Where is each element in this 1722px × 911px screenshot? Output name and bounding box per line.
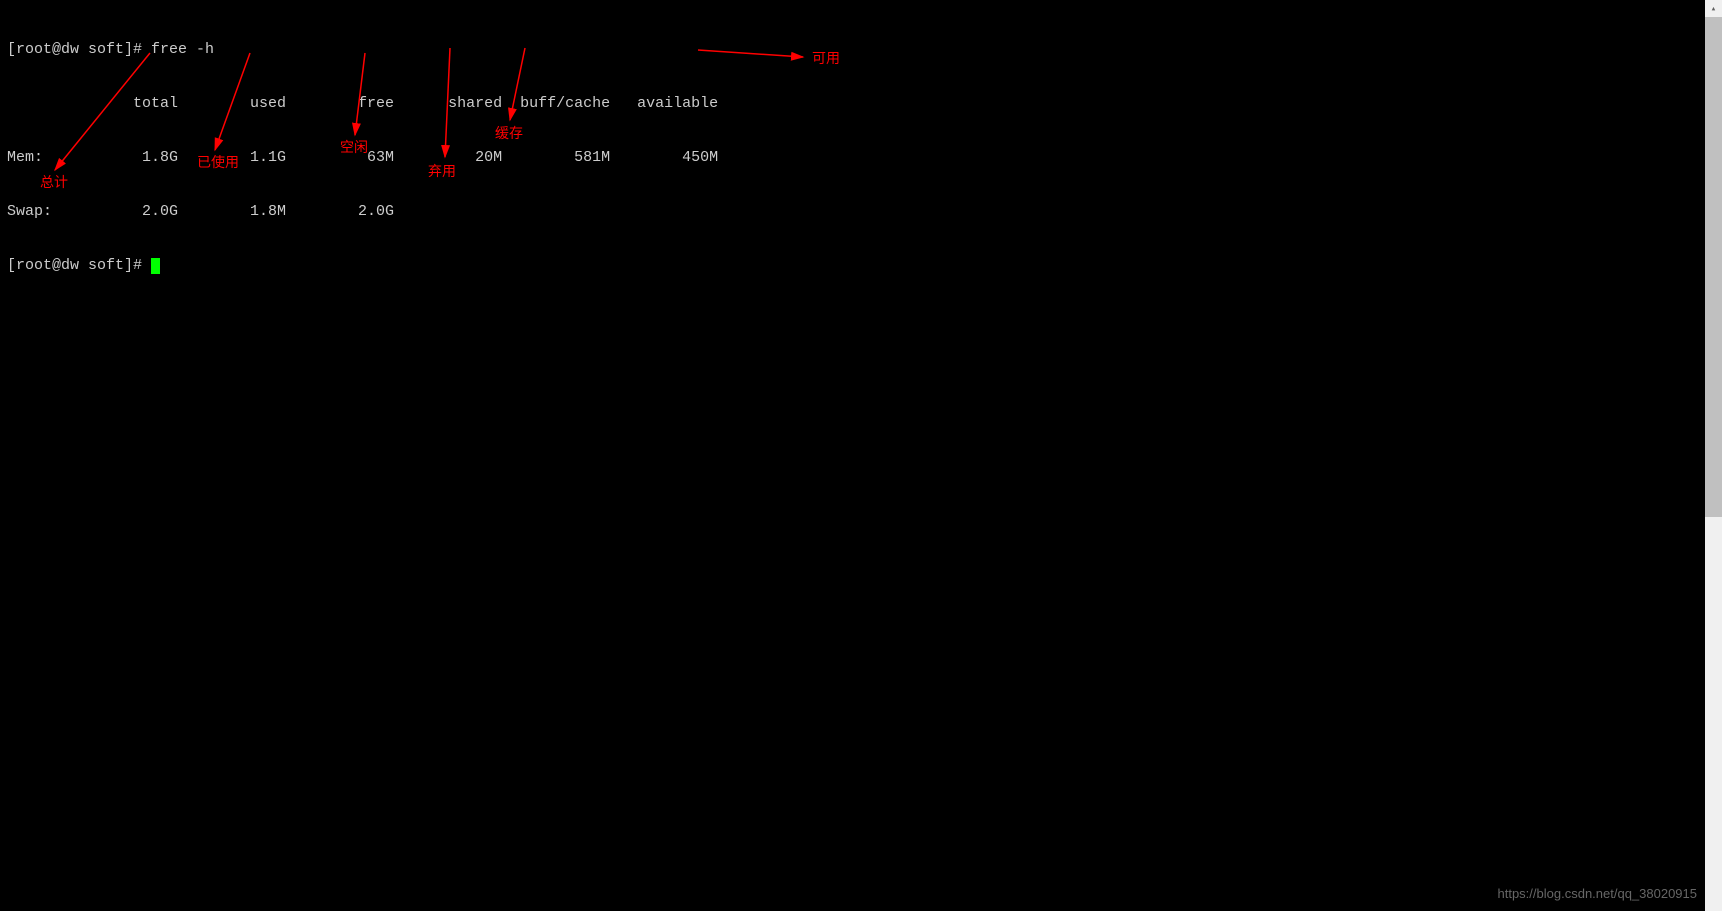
annotation-shared: 弃用 <box>428 162 456 180</box>
annotation-buffcache: 缓存 <box>495 124 523 142</box>
prompt-line-2: [root@dw soft]# <box>7 257 718 275</box>
prompt-line-1: [root@dw soft]# free -h <box>7 41 718 59</box>
scrollbar[interactable]: ▴ <box>1705 0 1722 911</box>
command-text: free -h <box>151 41 214 58</box>
annotation-free: 空闲 <box>340 138 368 156</box>
scrollbar-thumb[interactable] <box>1705 17 1722 517</box>
cursor[interactable] <box>151 258 160 274</box>
watermark: https://blog.csdn.net/qq_38020915 <box>1498 885 1698 903</box>
prompt-text-2: [root@dw soft]# <box>7 257 151 274</box>
annotation-used: 已使用 <box>197 153 239 171</box>
header-row: total used free shared buff/cache availa… <box>7 95 718 113</box>
scrollbar-up-button[interactable]: ▴ <box>1705 0 1722 17</box>
swap-row: Swap: 2.0G 1.8M 2.0G <box>7 203 718 221</box>
prompt-text: [root@dw soft]# <box>7 41 151 58</box>
annotation-available: 可用 <box>812 49 840 67</box>
annotation-total: 总计 <box>40 173 68 191</box>
